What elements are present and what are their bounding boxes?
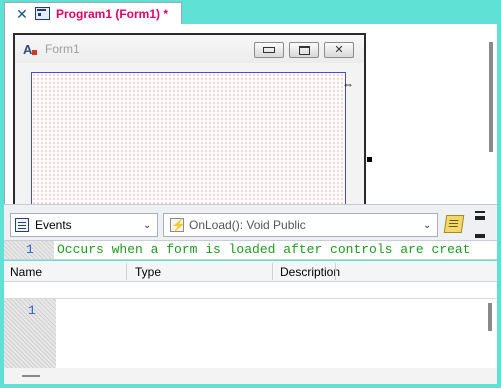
column-divider[interactable] [126,263,127,280]
form-designer[interactable]: A Form1 ✕ ⇔ [4,24,498,210]
column-divider[interactable] [272,263,273,280]
form-titlebar: A Form1 ✕ [15,35,364,63]
minimize-button [254,42,284,58]
method-dropdown[interactable]: ⚡ OnLoad(): Void Public ⌄ [163,213,438,237]
chevron-down-icon: ⌄ [423,220,432,231]
designer-vertical-scrollbar[interactable] [486,40,498,204]
document-tab[interactable]: ✕ Program1 (Form1) * [4,2,182,24]
event-description-line: 1 Occurs when a form is loaded after con… [4,240,497,260]
events-list-icon [15,218,29,232]
line-number: 1 [26,242,34,257]
close-icon: ✕ [334,44,344,56]
editor-vertical-scrollbar[interactable] [485,299,497,369]
parameters-grid-body[interactable] [4,282,497,298]
column-header-type[interactable]: Type [135,265,161,279]
form-title: Form1 [45,42,80,56]
maximize-button [289,42,319,58]
method-dropdown-value: OnLoad(): Void Public [189,218,306,232]
scrollbar-thumb[interactable] [489,42,493,152]
resize-grip-handle[interactable] [367,157,372,162]
scrollbar-thumb[interactable] [22,375,40,377]
editor-horizontal-scrollbar[interactable] [4,368,497,384]
scrollbar-thumb[interactable] [488,303,492,331]
parameters-grid-header: Name Type Description [4,261,497,282]
maximize-icon [298,46,310,55]
split-view-button[interactable] [474,209,486,239]
column-header-name[interactable]: Name [10,265,42,279]
comment-note-icon[interactable] [443,215,465,233]
split-top-icon [475,211,485,213]
form-icon [35,7,50,20]
close-button: ✕ [324,42,354,58]
column-header-description[interactable]: Description [280,265,340,279]
line-number: 1 [28,303,36,318]
event-method-icon: ⚡ [170,218,186,232]
chevron-down-icon: ⌄ [143,220,152,231]
events-dropdown[interactable]: Events ⌄ [10,213,158,237]
form-app-icon: A [23,43,39,57]
tab-title: Program1 (Form1) * [56,6,169,21]
tab-close-icon[interactable]: ✕ [13,5,31,23]
minimize-icon [263,47,275,53]
events-dropdown-value: Events [35,218,72,232]
split-top-bar [475,216,485,220]
form-client-area[interactable] [31,72,346,210]
events-toolbar: Events ⌄ ⚡ OnLoad(): Void Public ⌄ [4,204,497,240]
code-editor[interactable]: 1 [4,298,497,369]
column-divider[interactable] [335,263,336,280]
resize-cursor-icon: ⇔ [342,77,354,91]
form-window-preview[interactable]: A Form1 ✕ ⇔ [13,33,366,210]
split-bottom-icon [475,234,485,238]
event-description-text: Occurs when a form is loaded after contr… [57,242,471,257]
